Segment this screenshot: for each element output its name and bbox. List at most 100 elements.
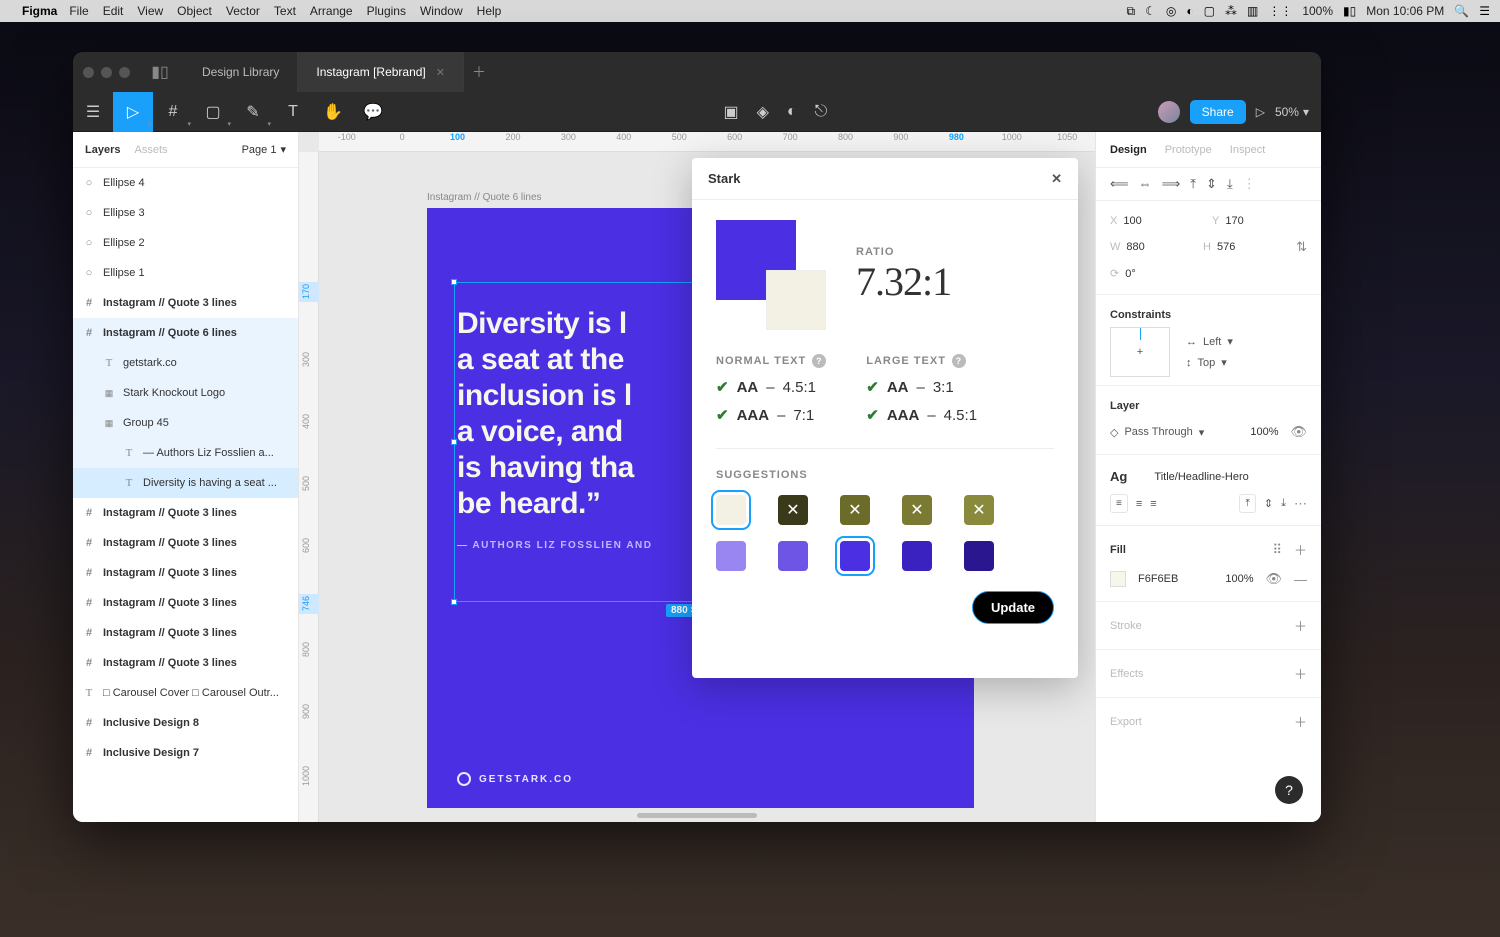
tab-design-library[interactable]: Design Library bbox=[184, 52, 298, 92]
figma-logo-icon[interactable]: ▮▯ bbox=[148, 62, 172, 82]
layer-item[interactable]: Instagram // Quote 3 lines bbox=[73, 588, 298, 618]
suggestion-swatch[interactable] bbox=[716, 495, 746, 525]
canvas-scrollbar[interactable] bbox=[637, 813, 757, 818]
help-button[interactable]: ? bbox=[1275, 776, 1303, 804]
suggestion-swatch[interactable] bbox=[778, 541, 808, 571]
suggestion-swatch[interactable]: ✕ bbox=[964, 495, 994, 525]
airplay-icon[interactable]: ▢ bbox=[1204, 4, 1215, 18]
layer-opacity[interactable]: 100% bbox=[1250, 426, 1278, 438]
layer-item[interactable]: Inclusive Design 8 bbox=[73, 708, 298, 738]
suggestion-swatch[interactable] bbox=[902, 541, 932, 571]
menu-object[interactable]: Object bbox=[177, 4, 212, 18]
y-field[interactable]: 170 bbox=[1225, 215, 1243, 227]
help-icon[interactable]: ? bbox=[952, 354, 966, 368]
suggestion-swatch[interactable] bbox=[840, 541, 870, 571]
tab-instagram-rebrand[interactable]: Instagram [Rebrand]✕ bbox=[298, 52, 464, 92]
text-valign-mid-icon[interactable]: ⇕ bbox=[1264, 497, 1273, 510]
constrain-icon[interactable]: ⇅ bbox=[1296, 239, 1307, 255]
text-valign-top-icon[interactable]: ⤒ bbox=[1239, 494, 1255, 513]
layer-item[interactable]: Diversity is having a seat ... bbox=[73, 468, 298, 498]
diamond-icon[interactable]: ◈ bbox=[757, 92, 769, 132]
remove-icon[interactable]: — bbox=[1294, 572, 1307, 587]
canvas[interactable]: -100010020030040050060070080090098010001… bbox=[299, 132, 1095, 822]
menu-file[interactable]: File bbox=[69, 4, 88, 18]
present-button[interactable]: ▷ bbox=[1256, 105, 1265, 119]
suggestion-swatch[interactable]: ✕ bbox=[778, 495, 808, 525]
text-tool[interactable]: T bbox=[273, 92, 313, 132]
assets-tab[interactable]: Assets bbox=[134, 144, 167, 156]
distribute-icon[interactable]: ⋮ bbox=[1243, 176, 1256, 192]
layer-item[interactable]: Ellipse 1 bbox=[73, 258, 298, 288]
layers-tab[interactable]: Layers bbox=[85, 144, 120, 156]
layer-item[interactable]: □ Carousel Cover □ Carousel Outr... bbox=[73, 678, 298, 708]
tab-design[interactable]: Design bbox=[1110, 144, 1147, 156]
layer-item[interactable]: — Authors Liz Fosslien a... bbox=[73, 438, 298, 468]
eye-icon[interactable]: 👁 bbox=[1290, 424, 1307, 440]
layer-item[interactable]: Instagram // Quote 3 lines bbox=[73, 648, 298, 678]
moon-icon[interactable]: ☾ bbox=[1145, 4, 1156, 18]
update-button[interactable]: Update bbox=[972, 591, 1054, 624]
menu-plugins[interactable]: Plugins bbox=[367, 4, 406, 18]
new-tab-button[interactable]: ＋ bbox=[464, 62, 494, 82]
help-icon[interactable]: ? bbox=[812, 354, 826, 368]
layer-item[interactable]: Instagram // Quote 3 lines bbox=[73, 618, 298, 648]
menu-arrange[interactable]: Arrange bbox=[310, 4, 353, 18]
pages-dropdown[interactable]: Page 1▾ bbox=[242, 143, 286, 156]
wifi-icon[interactable]: ⋮⋮ bbox=[1268, 4, 1292, 18]
add-icon[interactable]: ＋ bbox=[1294, 616, 1307, 635]
menu-view[interactable]: View bbox=[137, 4, 163, 18]
h-field[interactable]: 576 bbox=[1217, 241, 1235, 253]
tab-prototype[interactable]: Prototype bbox=[1165, 144, 1212, 156]
layer-item[interactable]: Instagram // Quote 3 lines bbox=[73, 498, 298, 528]
align-left-icon[interactable]: ⟸ bbox=[1110, 176, 1129, 192]
menu-icon[interactable]: ☰ bbox=[1479, 4, 1490, 18]
styles-icon[interactable]: ⠿ bbox=[1272, 542, 1282, 558]
mask-icon[interactable]: ◐ bbox=[787, 92, 797, 132]
close-icon[interactable]: ✕ bbox=[436, 66, 445, 79]
avatar[interactable] bbox=[1158, 101, 1180, 123]
hamburger-button[interactable]: ☰ bbox=[73, 92, 113, 132]
more-icon[interactable]: ⋯ bbox=[1294, 496, 1307, 512]
add-icon[interactable]: ＋ bbox=[1294, 540, 1307, 559]
link-icon[interactable]: ⎋ bbox=[815, 92, 828, 132]
suggestion-swatch[interactable] bbox=[716, 541, 746, 571]
add-icon[interactable]: ＋ bbox=[1294, 664, 1307, 683]
blend-select[interactable]: ◇ Pass Through ▾ bbox=[1110, 426, 1204, 439]
constraints-widget[interactable] bbox=[1110, 327, 1170, 377]
menu-edit[interactable]: Edit bbox=[103, 4, 124, 18]
component-icon[interactable]: ▣ bbox=[723, 92, 738, 132]
text-align-right-icon[interactable]: ≡ bbox=[1150, 498, 1156, 510]
layer-item[interactable]: Ellipse 3 bbox=[73, 198, 298, 228]
fill-opacity[interactable]: 100% bbox=[1225, 573, 1253, 585]
text-valign-bot-icon[interactable]: ⤓ bbox=[1281, 497, 1286, 510]
layer-item[interactable]: Instagram // Quote 3 lines bbox=[73, 528, 298, 558]
bt-icon[interactable]: ⁂ bbox=[1225, 4, 1237, 18]
hand-tool[interactable]: ✋ bbox=[313, 92, 353, 132]
menu-vector[interactable]: Vector bbox=[226, 4, 260, 18]
layer-item[interactable]: Instagram // Quote 3 lines bbox=[73, 558, 298, 588]
close-icon[interactable]: ✕ bbox=[1051, 171, 1062, 187]
suggestion-swatch[interactable] bbox=[964, 541, 994, 571]
pen-tool[interactable]: ✎▾ bbox=[233, 92, 273, 132]
add-icon[interactable]: ＋ bbox=[1294, 712, 1307, 731]
text-align-left-icon[interactable]: ≡ bbox=[1110, 494, 1128, 513]
constraint-v-select[interactable]: ↕ Top ▾ bbox=[1186, 356, 1233, 369]
zoom-dropdown[interactable]: 50%▾ bbox=[1275, 105, 1309, 119]
rotation-field[interactable]: 0° bbox=[1125, 268, 1136, 280]
layer-item[interactable]: Instagram // Quote 6 lines bbox=[73, 318, 298, 348]
shape-tool[interactable]: ▢▾ bbox=[193, 92, 233, 132]
layer-item[interactable]: Ellipse 4 bbox=[73, 168, 298, 198]
layer-item[interactable]: getstark.co bbox=[73, 348, 298, 378]
align-hcenter-icon[interactable]: ⇔ bbox=[1139, 176, 1152, 192]
comment-tool[interactable]: 💬 bbox=[353, 92, 393, 132]
suggestion-swatch[interactable]: ✕ bbox=[840, 495, 870, 525]
fill-hex[interactable]: F6F6EB bbox=[1138, 573, 1178, 585]
layer-item[interactable]: Group 45 bbox=[73, 408, 298, 438]
text-align-center-icon[interactable]: ≡ bbox=[1136, 498, 1142, 510]
move-tool[interactable]: ▷▾ bbox=[113, 92, 153, 132]
align-bottom-icon[interactable]: ⤓ bbox=[1227, 176, 1233, 192]
tab-inspect[interactable]: Inspect bbox=[1230, 144, 1265, 156]
align-top-icon[interactable]: ⤒ bbox=[1190, 176, 1196, 192]
menubar-app-name[interactable]: Figma bbox=[22, 4, 57, 18]
align-right-icon[interactable]: ⟹ bbox=[1162, 176, 1181, 192]
